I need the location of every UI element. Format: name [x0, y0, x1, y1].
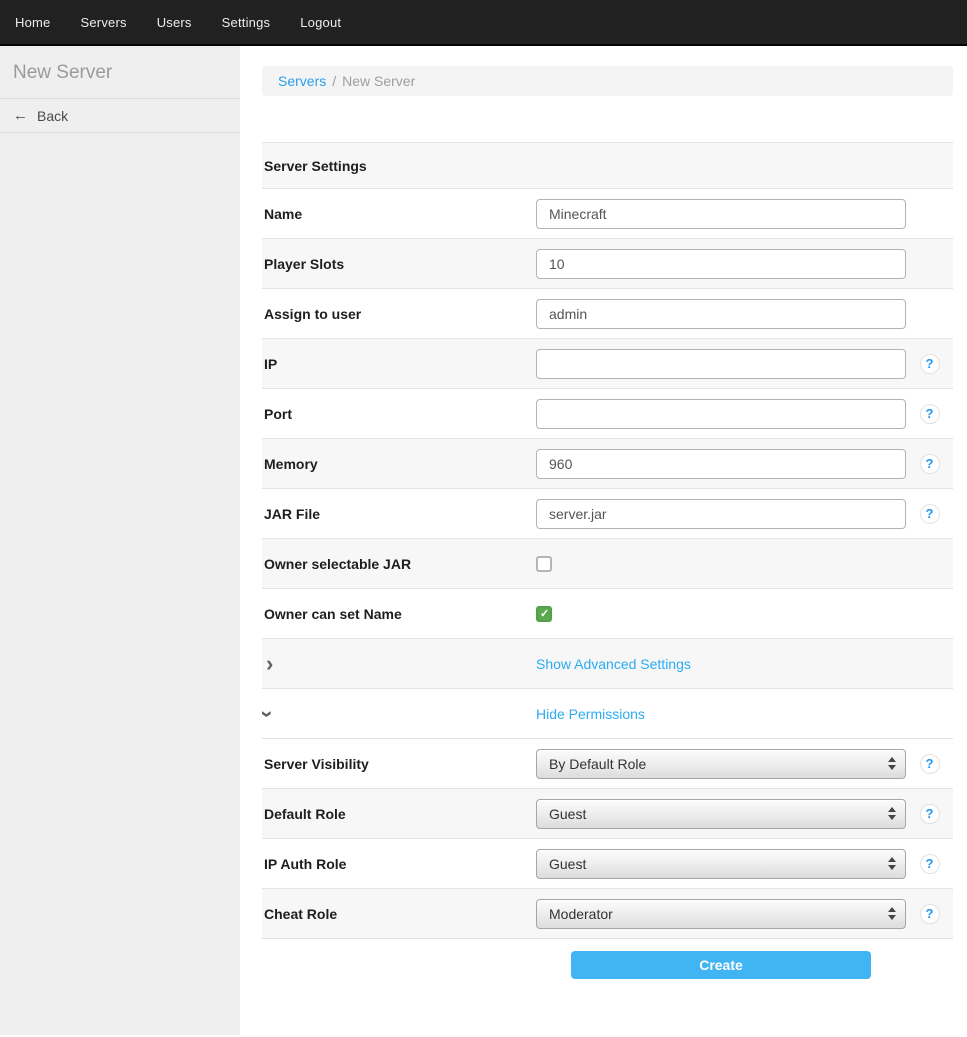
- help-icon[interactable]: ?: [920, 854, 940, 874]
- select-value: By Default Role: [549, 756, 646, 772]
- row-default-role: Default Role Guest ?: [262, 788, 953, 838]
- select-arrows-icon: [888, 907, 896, 920]
- cheat-role-select[interactable]: Moderator: [536, 899, 906, 929]
- field-label: Owner can set Name: [262, 606, 536, 622]
- nav-logout[interactable]: Logout: [285, 15, 356, 30]
- default-role-select[interactable]: Guest: [536, 799, 906, 829]
- field-label: Assign to user: [262, 306, 536, 322]
- back-arrow-icon: ←: [13, 107, 28, 124]
- back-button[interactable]: ← Back: [0, 99, 240, 133]
- breadcrumb-servers-link[interactable]: Servers: [278, 73, 326, 89]
- row-ip: IP ?: [262, 338, 953, 388]
- field-label: Default Role: [262, 806, 536, 822]
- assign-to-user-input[interactable]: [536, 299, 906, 329]
- help-icon[interactable]: ?: [920, 354, 940, 374]
- field-label: Player Slots: [262, 256, 536, 272]
- advanced-settings-toggle-row[interactable]: › Show Advanced Settings: [262, 638, 953, 688]
- ip-input[interactable]: [536, 349, 906, 379]
- row-server-visibility: Server Visibility By Default Role ?: [262, 738, 953, 788]
- select-arrows-icon: [888, 757, 896, 770]
- row-player-slots: Player Slots: [262, 238, 953, 288]
- sidebar-title: New Server: [0, 46, 240, 99]
- row-assign-to-user: Assign to user: [262, 288, 953, 338]
- breadcrumb: Servers / New Server: [262, 66, 953, 96]
- sidebar: New Server ← Back: [0, 46, 240, 1035]
- jar-file-input[interactable]: [536, 499, 906, 529]
- row-cheat-role: Cheat Role Moderator ?: [262, 888, 953, 938]
- help-icon[interactable]: ?: [920, 904, 940, 924]
- row-port: Port ?: [262, 388, 953, 438]
- player-slots-input[interactable]: [536, 249, 906, 279]
- select-arrows-icon: [888, 807, 896, 820]
- chevron-down-icon: ›: [257, 710, 279, 717]
- section-title: Server Settings: [262, 158, 536, 174]
- top-navbar: Home Servers Users Settings Logout: [0, 0, 967, 46]
- name-input[interactable]: [536, 199, 906, 229]
- field-label: IP Auth Role: [262, 856, 536, 872]
- help-icon[interactable]: ?: [920, 504, 940, 524]
- select-value: Guest: [549, 806, 586, 822]
- row-name: Name: [262, 188, 953, 238]
- field-label: Name: [262, 206, 536, 222]
- ip-auth-role-select[interactable]: Guest: [536, 849, 906, 879]
- nav-servers[interactable]: Servers: [65, 15, 141, 30]
- field-label: JAR File: [262, 506, 536, 522]
- server-visibility-select[interactable]: By Default Role: [536, 749, 906, 779]
- help-icon[interactable]: ?: [920, 754, 940, 774]
- hide-permissions-link[interactable]: Hide Permissions: [536, 706, 645, 722]
- permissions-toggle-row[interactable]: › Hide Permissions: [262, 688, 953, 738]
- server-settings-form: Server Settings Name Player Slots Assign…: [262, 142, 953, 939]
- help-icon[interactable]: ?: [920, 804, 940, 824]
- select-arrows-icon: [888, 857, 896, 870]
- owner-selectable-jar-checkbox[interactable]: [536, 556, 552, 572]
- nav-settings[interactable]: Settings: [207, 15, 286, 30]
- owner-can-set-name-checkbox[interactable]: [536, 606, 552, 622]
- memory-input[interactable]: [536, 449, 906, 479]
- field-label: Owner selectable JAR: [262, 556, 536, 572]
- chevron-right-icon: ›: [266, 653, 273, 675]
- help-icon[interactable]: ?: [920, 454, 940, 474]
- select-value: Moderator: [549, 906, 613, 922]
- row-jar-file: JAR File ?: [262, 488, 953, 538]
- field-label: IP: [262, 356, 536, 372]
- back-label: Back: [37, 108, 68, 124]
- nav-home[interactable]: Home: [0, 15, 65, 30]
- row-owner-selectable-jar: Owner selectable JAR: [262, 538, 953, 588]
- breadcrumb-current: New Server: [342, 73, 415, 89]
- show-advanced-settings-link[interactable]: Show Advanced Settings: [536, 656, 691, 672]
- row-owner-can-set-name: Owner can set Name: [262, 588, 953, 638]
- field-label: Server Visibility: [262, 756, 536, 772]
- select-value: Guest: [549, 856, 586, 872]
- create-button[interactable]: Create: [571, 951, 871, 979]
- section-header-row: Server Settings: [262, 142, 953, 188]
- row-ip-auth-role: IP Auth Role Guest ?: [262, 838, 953, 888]
- breadcrumb-separator: /: [332, 73, 336, 89]
- port-input[interactable]: [536, 399, 906, 429]
- field-label: Memory: [262, 456, 536, 472]
- row-memory: Memory ?: [262, 438, 953, 488]
- main-content: Servers / New Server Server Settings Nam…: [240, 46, 967, 1035]
- field-label: Port: [262, 406, 536, 422]
- field-label: Cheat Role: [262, 906, 536, 922]
- nav-users[interactable]: Users: [142, 15, 207, 30]
- help-icon[interactable]: ?: [920, 404, 940, 424]
